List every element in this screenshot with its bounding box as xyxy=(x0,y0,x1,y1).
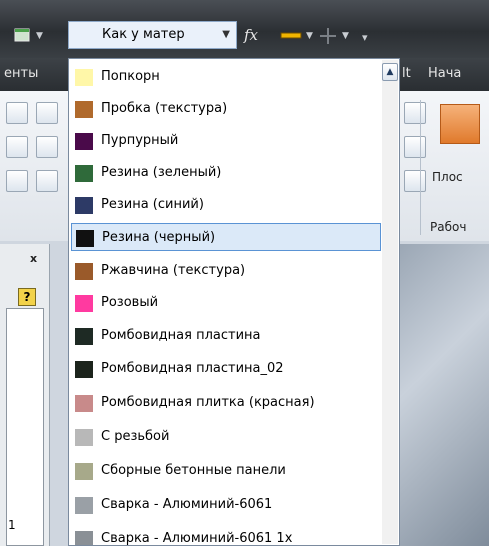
material-option[interactable]: Резина (синий) xyxy=(71,191,381,219)
tab-components[interactable]: енты xyxy=(4,66,38,81)
ribbon-tool-button[interactable] xyxy=(404,102,426,124)
material-option-label: Сварка - Алюминий-6061 1х xyxy=(101,531,293,546)
ribbon-tool-button[interactable] xyxy=(36,170,58,192)
material-swatch xyxy=(75,263,93,280)
material-option[interactable]: Ржавчина (текстура) xyxy=(71,257,381,285)
material-option-label: Резина (зеленый) xyxy=(101,165,222,180)
material-swatch xyxy=(75,165,93,182)
ribbon-tool-button[interactable] xyxy=(6,170,28,192)
plane-label: Плос xyxy=(432,170,463,184)
material-option[interactable]: Сборные бетонные панели xyxy=(71,457,381,485)
material-swatch xyxy=(75,361,93,378)
material-option-label: Пурпурный xyxy=(101,133,179,148)
material-option-label: Резина (синий) xyxy=(101,197,204,212)
material-option[interactable]: Пурпурный xyxy=(71,127,381,155)
ribbon-tool-button[interactable] xyxy=(404,170,426,192)
material-option-label: Ржавчина (текстура) xyxy=(101,263,246,278)
material-option-label: Сборные бетонные панели xyxy=(101,463,286,478)
material-option[interactable]: Ромбовидная плитка (красная) xyxy=(71,389,381,417)
material-swatch xyxy=(75,429,93,446)
material-combobox-value: Как у матер xyxy=(102,27,185,42)
tab-it[interactable]: lt xyxy=(402,66,411,81)
material-option[interactable]: Попкорн xyxy=(71,63,381,91)
material-option-label: Сварка - Алюминий-6061 xyxy=(101,497,273,512)
material-option-selected[interactable]: Резина (черный) xyxy=(71,223,381,251)
chevron-down-icon[interactable]: ▼ xyxy=(306,31,313,41)
browser-tree-text: 1 xyxy=(8,518,16,532)
material-option-label: Ромбовидная пластина xyxy=(101,328,261,343)
material-option[interactable]: Пробка (текстура) xyxy=(71,95,381,123)
close-icon[interactable]: x xyxy=(30,252,37,265)
plane-icon[interactable] xyxy=(440,104,480,144)
measure-icon[interactable] xyxy=(280,30,302,42)
material-option[interactable]: Сварка - Алюминий-6061 1х xyxy=(71,525,381,546)
ribbon-tool-button[interactable] xyxy=(404,136,426,158)
material-option[interactable]: Сварка - Алюминий-6061 xyxy=(71,491,381,519)
ribbon-tool-button[interactable] xyxy=(6,102,28,124)
material-swatch xyxy=(75,463,93,480)
material-swatch xyxy=(75,395,93,412)
material-swatch xyxy=(75,133,93,150)
material-dropdown-list[interactable]: ▲ Попкорн Пробка (текстура) Пурпурный Ре… xyxy=(68,58,400,546)
ribbon-tool-button[interactable] xyxy=(36,102,58,124)
material-swatch xyxy=(75,497,93,514)
material-option[interactable]: Резина (зеленый) xyxy=(71,159,381,187)
material-swatch xyxy=(75,531,93,545)
material-option-label: Пробка (текстура) xyxy=(101,101,228,116)
chevron-down-icon[interactable]: ▼ xyxy=(342,31,349,41)
material-option[interactable]: Розовый xyxy=(71,289,381,317)
material-option-label: Ромбовидная плитка (красная) xyxy=(101,395,315,410)
plus-icon[interactable] xyxy=(318,26,338,46)
material-option[interactable]: С резьбой xyxy=(71,423,381,451)
material-swatch xyxy=(75,197,93,214)
ribbon-tool-button[interactable] xyxy=(36,136,58,158)
window-icon[interactable] xyxy=(14,28,30,42)
browser-tree xyxy=(6,308,44,546)
material-option-label: Попкорн xyxy=(101,69,160,84)
material-swatch xyxy=(75,69,93,86)
work-features-label: Рабоч xyxy=(430,220,467,234)
material-swatch xyxy=(75,328,93,345)
graphics-viewport[interactable] xyxy=(396,244,489,546)
ribbon-tool-button[interactable] xyxy=(6,136,28,158)
customize-chevron-icon[interactable]: ▾ xyxy=(362,31,368,44)
help-button[interactable]: ? xyxy=(18,288,36,306)
material-option[interactable]: Ромбовидная пластина_02 xyxy=(71,355,381,383)
ribbon-separator xyxy=(420,100,421,235)
chevron-down-icon[interactable]: ▼ xyxy=(36,31,43,41)
scrollbar[interactable] xyxy=(382,60,398,544)
scroll-up-button[interactable]: ▲ xyxy=(382,63,398,81)
material-swatch xyxy=(76,230,94,247)
chevron-down-icon[interactable]: ▼ xyxy=(222,29,230,40)
material-swatch xyxy=(75,295,93,312)
quick-access-toolbar: ▼ Как у матер ▼ fx ▼ ▼ ▾ xyxy=(0,0,489,58)
material-combobox[interactable]: Как у матер ▼ xyxy=(68,21,237,49)
function-icon[interactable]: fx xyxy=(244,26,258,44)
material-swatch xyxy=(75,101,93,118)
material-option-label: Резина (черный) xyxy=(102,230,216,245)
material-option[interactable]: Ромбовидная пластина xyxy=(71,322,381,350)
material-option-label: Розовый xyxy=(101,295,159,310)
material-option-label: Ромбовидная пластина_02 xyxy=(101,361,284,376)
material-option-label: С резьбой xyxy=(101,429,170,444)
tab-start[interactable]: Нача xyxy=(428,66,461,81)
